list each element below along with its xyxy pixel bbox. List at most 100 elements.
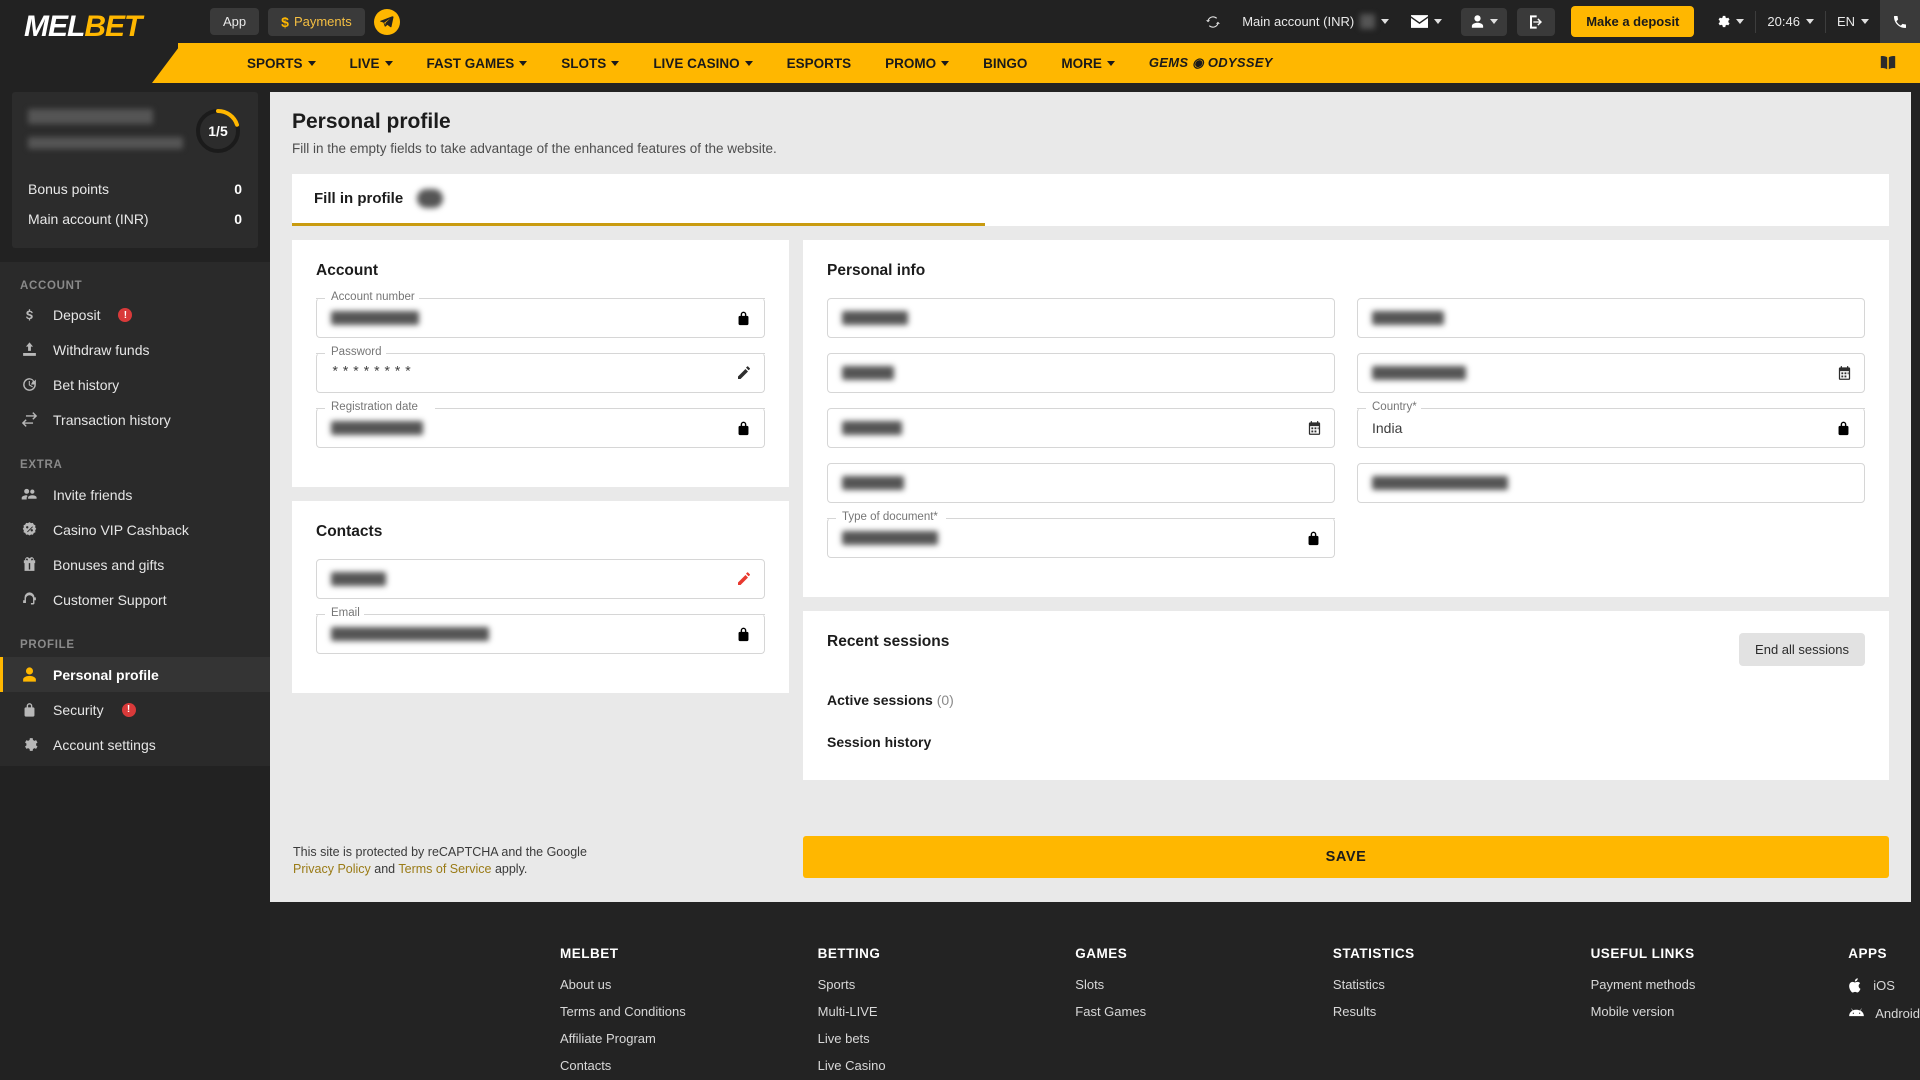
- sidebar-item-casino-vip-cashback[interactable]: Casino VIP Cashback: [0, 512, 270, 547]
- clock-button[interactable]: 20:46: [1756, 0, 1825, 43]
- sidebar-item-deposit[interactable]: Deposit!: [0, 298, 270, 332]
- pencil-red-icon[interactable]: [736, 571, 752, 587]
- sidebar-item-account-settings[interactable]: Account settings: [0, 727, 270, 762]
- sidebar-item-customer-support[interactable]: Customer Support: [0, 582, 270, 617]
- form-field-account-number[interactable]: Account number: [316, 291, 765, 338]
- form-field-box[interactable]: ********: [316, 353, 765, 393]
- transfer-icon: [20, 411, 39, 428]
- footer-link[interactable]: Contacts: [560, 1058, 818, 1073]
- chevron-down-icon: [519, 60, 528, 66]
- nav-item-sports[interactable]: SPORTS: [230, 43, 333, 83]
- form-field-registration-date[interactable]: Registration date: [316, 401, 765, 448]
- form-field-box[interactable]: India: [1357, 408, 1865, 448]
- footer-link[interactable]: Fast Games: [1075, 1004, 1333, 1019]
- nav-item-fast-games[interactable]: FAST GAMES: [410, 43, 545, 83]
- privacy-policy-link[interactable]: Privacy Policy: [293, 862, 371, 876]
- sidebar-group: EXTRA Invite friends Casino VIP Cashback Bo…: [0, 441, 270, 621]
- pencil-icon[interactable]: [736, 365, 752, 381]
- settings-button[interactable]: [1704, 0, 1755, 43]
- form-field-type-of-document[interactable]: Type of document*: [827, 511, 1335, 558]
- footer-link[interactable]: Slots: [1075, 977, 1333, 992]
- form-field-personal-info-3[interactable]: [1357, 353, 1865, 393]
- footer-link[interactable]: Live bets: [818, 1031, 1076, 1046]
- form-field-box[interactable]: [827, 518, 1335, 558]
- terms-of-service-link[interactable]: Terms of Service: [398, 862, 491, 876]
- app-button[interactable]: App: [210, 8, 260, 35]
- form-field-box[interactable]: [1357, 353, 1865, 393]
- calendar-icon[interactable]: [1307, 421, 1322, 436]
- account-selector[interactable]: Main account (INR): [1231, 0, 1400, 43]
- footer-link[interactable]: Results: [1333, 1004, 1591, 1019]
- form-field-box[interactable]: [316, 614, 765, 654]
- form-field-personal-info-0[interactable]: [827, 298, 1335, 338]
- form-field-box[interactable]: [1357, 463, 1865, 503]
- nav-item-gems-odyssey[interactable]: GEMS ◉ ODYSSEY: [1132, 43, 1290, 83]
- form-field-box[interactable]: [1357, 298, 1865, 338]
- messages-button[interactable]: [1400, 0, 1453, 43]
- make-deposit-button[interactable]: Make a deposit: [1571, 6, 1695, 37]
- gear-icon: [1718, 15, 1730, 28]
- sidebar-item-security[interactable]: Security!: [0, 692, 270, 727]
- footer-link[interactable]: Payment methods: [1591, 977, 1849, 992]
- save-button[interactable]: SAVE: [803, 836, 1889, 878]
- telegram-icon[interactable]: [373, 8, 400, 35]
- nav-item-live[interactable]: LIVE: [333, 43, 410, 83]
- book-icon[interactable]: [1878, 55, 1920, 71]
- footer-link[interactable]: Live Casino: [818, 1058, 1076, 1073]
- refresh-balance-button[interactable]: [1195, 0, 1231, 43]
- profile-summary-card[interactable]: 1/5: [12, 92, 258, 170]
- melbet-logo[interactable]: MELBET: [0, 10, 198, 44]
- tab-fill-in-profile[interactable]: Fill in profile: [314, 189, 444, 208]
- footer-app-link-ios[interactable]: iOS: [1848, 977, 1920, 994]
- sidebar-item-invite-friends[interactable]: Invite friends: [0, 477, 270, 512]
- nav-item-more[interactable]: MORE: [1044, 43, 1132, 83]
- form-field-box[interactable]: [827, 463, 1335, 503]
- sidebar-item-bonuses-and-gifts[interactable]: Bonuses and gifts: [0, 547, 270, 582]
- form-field-email[interactable]: Email: [316, 607, 765, 654]
- sidebar: 1/5 Bonus points 0 Main account (INR) 0 ACC…: [0, 83, 270, 1080]
- form-field-box[interactable]: [316, 408, 765, 448]
- nav-item-live-casino[interactable]: LIVE CASINO: [636, 43, 769, 83]
- sidebar-item-transaction-history[interactable]: Transaction history: [0, 402, 270, 437]
- phone-button[interactable]: [1880, 0, 1920, 43]
- logout-icon: [1530, 14, 1543, 29]
- footer-link[interactable]: Sports: [818, 977, 1076, 992]
- footer-link[interactable]: Statistics: [1333, 977, 1591, 992]
- nav-item-bingo[interactable]: BINGO: [966, 43, 1044, 83]
- form-field-personal-info-4[interactable]: [827, 408, 1335, 448]
- nav-item-esports[interactable]: ESPORTS: [770, 43, 869, 83]
- form-field-box[interactable]: [827, 298, 1335, 338]
- support-icon: [20, 591, 39, 608]
- form-field-personal-info-7[interactable]: [1357, 463, 1865, 503]
- form-field-personal-info-2[interactable]: [827, 353, 1335, 393]
- form-field-password[interactable]: Password ********: [316, 346, 765, 393]
- footer-app-link-android[interactable]: Android: [1848, 1006, 1920, 1021]
- form-field-box[interactable]: [316, 559, 765, 599]
- form-field-box[interactable]: [827, 353, 1335, 393]
- logout-button[interactable]: [1517, 7, 1556, 36]
- language-selector[interactable]: EN: [1826, 0, 1880, 43]
- form-field-personal-info-1[interactable]: [1357, 298, 1865, 338]
- sidebar-item-personal-profile[interactable]: Personal profile: [0, 657, 270, 692]
- user-menu-button[interactable]: [1461, 7, 1508, 36]
- footer-link[interactable]: Terms and Conditions: [560, 1004, 818, 1019]
- calendar-icon[interactable]: [1837, 366, 1852, 381]
- footer-link[interactable]: Multi-LIVE: [818, 1004, 1076, 1019]
- footer-link[interactable]: Mobile version: [1591, 1004, 1849, 1019]
- form-field-box[interactable]: [827, 408, 1335, 448]
- form-field-box[interactable]: [316, 298, 765, 338]
- payments-button[interactable]: $ Payments: [268, 7, 365, 36]
- footer-link[interactable]: About us: [560, 977, 818, 992]
- footer-link[interactable]: Affiliate Program: [560, 1031, 818, 1046]
- end-all-sessions-button[interactable]: End all sessions: [1739, 633, 1865, 666]
- session-history-row[interactable]: Session history: [827, 734, 1865, 750]
- nav-item-promo[interactable]: PROMO: [868, 43, 966, 83]
- active-sessions-row[interactable]: Active sessions (0): [827, 692, 1865, 708]
- form-field-country[interactable]: Country* India: [1357, 401, 1865, 448]
- form-field-personal-info-6[interactable]: [827, 463, 1335, 503]
- profile-summary-text: [28, 108, 194, 154]
- sidebar-item-bet-history[interactable]: Bet history: [0, 367, 270, 402]
- form-field-contacts-0[interactable]: [316, 559, 765, 599]
- sidebar-item-withdraw-funds[interactable]: Withdraw funds: [0, 332, 270, 367]
- nav-item-slots[interactable]: SLOTS: [544, 43, 636, 83]
